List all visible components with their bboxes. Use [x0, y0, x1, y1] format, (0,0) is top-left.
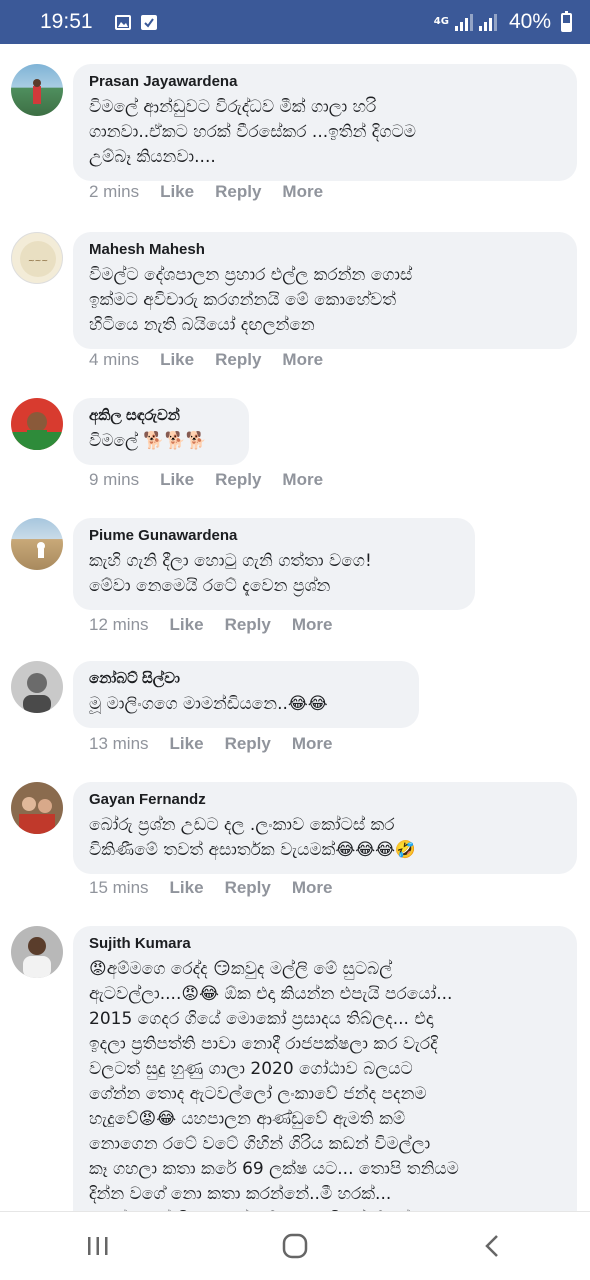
svg-text:~~~: ~~~ [28, 256, 48, 265]
reply-button[interactable]: Reply [225, 734, 271, 754]
reply-button[interactable]: Reply [215, 350, 261, 370]
like-button[interactable]: Like [160, 182, 194, 202]
more-button[interactable]: More [282, 350, 323, 370]
comment-meta: 15 mins Like Reply More [89, 878, 332, 898]
reply-button[interactable]: Reply [215, 470, 261, 490]
back-icon [484, 1235, 498, 1257]
home-icon [282, 1233, 308, 1259]
comment-text: විමල්ට දේශපාලන ප්‍රහාර එල්ල කරන්න ගොස් ඉ… [89, 265, 413, 335]
home-button[interactable] [265, 1216, 325, 1276]
comment-bubble: Piume Gunawardena කැහි ගැනි දීලා හොටු ගැ… [73, 518, 475, 610]
reply-button[interactable]: Reply [225, 615, 271, 635]
more-button[interactable]: More [292, 878, 333, 898]
android-nav-bar [0, 1211, 590, 1280]
comment-meta: 9 mins Like Reply More [89, 470, 323, 490]
comment-bubble: Prasan Jayawardena විමලේ ආන්ඩුවට විරුද්ධ… [73, 64, 577, 181]
status-time: 19:51 [40, 10, 93, 33]
battery-percent: 40% [508, 10, 551, 33]
comment-text: බෝරු ප්‍රශ්න උඩට දල .ලංකාව කෝටස් කර විකි… [89, 815, 417, 860]
avatar[interactable]: ~~~ [11, 232, 63, 284]
comment-time[interactable]: 12 mins [89, 615, 149, 635]
more-button[interactable]: More [292, 615, 333, 635]
notification-icons [114, 14, 157, 30]
comment-author[interactable]: අකිල සඳරුවන් [89, 406, 233, 426]
comment-text: විමලේ ආන්ඩුවට විරුද්ධව මීක් ගාලා හරි ගාන… [89, 97, 416, 167]
comment-bubble: Sujith Kumara 😡අම්මගෙ රෙද්ද 😏කවුද මල්ලි … [73, 926, 577, 1211]
comment-time[interactable]: 2 mins [89, 182, 139, 202]
back-button[interactable] [462, 1216, 522, 1276]
comment-text: 😡අම්මගෙ රෙද්ද 😏කවුද මල්ලි මේ සුටබල් ඇටවල… [89, 959, 459, 1211]
comment-bubble: නෝබට් සිල්වා මූ මාලිංගගෙ මාමන්ඩියනෙ..😂😂 [73, 661, 419, 728]
avatar[interactable] [11, 926, 63, 978]
comment-meta: 4 mins Like Reply More [89, 350, 323, 370]
comment-author[interactable]: නෝබට් සිල්වා [89, 669, 403, 689]
network-type: 4G [433, 16, 449, 27]
recent-apps-button[interactable] [68, 1216, 128, 1276]
like-button[interactable]: Like [170, 878, 204, 898]
avatar[interactable] [11, 398, 63, 450]
comment-meta: 2 mins Like Reply More [89, 182, 323, 202]
comment-author[interactable]: Prasan Jayawardena [89, 72, 561, 92]
more-button[interactable]: More [282, 182, 323, 202]
comment-text: කැහි ගැනි දීලා හොටු ගැනි ගත්තා වගෙ! මේවා… [89, 551, 372, 596]
avatar[interactable] [11, 661, 63, 713]
comment-time[interactable]: 9 mins [89, 470, 139, 490]
signal-icon [454, 13, 473, 31]
comment-time[interactable]: 13 mins [89, 734, 149, 754]
more-button[interactable]: More [282, 470, 323, 490]
checkbox-icon [140, 14, 157, 30]
avatar[interactable] [11, 782, 63, 834]
more-button[interactable]: More [292, 734, 333, 754]
signal-icon-2 [478, 13, 497, 31]
battery-icon [561, 10, 572, 32]
like-button[interactable]: Like [160, 470, 194, 490]
comment-author[interactable]: Sujith Kumara [89, 934, 561, 954]
comment-time[interactable]: 4 mins [89, 350, 139, 370]
recent-apps-icon [88, 1237, 108, 1255]
like-button[interactable]: Like [170, 734, 204, 754]
comments-list[interactable]: Prasan Jayawardena විමලේ ආන්ඩුවට විරුද්ධ… [0, 44, 590, 1211]
comment-author[interactable]: Gayan Fernandz [89, 790, 561, 810]
comment-bubble: අකිල සඳරුවන් විමලේ 🐕🐕🐕 [73, 398, 249, 465]
like-button[interactable]: Like [170, 615, 204, 635]
reply-button[interactable]: Reply [225, 878, 271, 898]
comment-author[interactable]: Piume Gunawardena [89, 526, 459, 546]
comment-bubble: Gayan Fernandz බෝරු ප්‍රශ්න උඩට දල .ලංකා… [73, 782, 577, 874]
comment-author[interactable]: Mahesh Mahesh [89, 240, 561, 260]
like-button[interactable]: Like [160, 350, 194, 370]
avatar[interactable] [11, 64, 63, 116]
comment-text: විමලේ 🐕🐕🐕 [89, 431, 207, 451]
comment-meta: 12 mins Like Reply More [89, 615, 332, 635]
system-icons: 4G 40% [434, 10, 572, 34]
status-bar: 19:51 4G 40% [0, 0, 590, 44]
avatar[interactable] [11, 518, 63, 570]
comment-bubble: Mahesh Mahesh විමල්ට දේශපාලන ප්‍රහාර එල්… [73, 232, 577, 349]
comment-time[interactable]: 15 mins [89, 878, 149, 898]
gallery-icon [114, 14, 131, 30]
comment-meta: 13 mins Like Reply More [89, 734, 332, 754]
comment-text: මූ මාලිංගගෙ මාමන්ඩියනෙ..😂😂 [89, 694, 328, 714]
reply-button[interactable]: Reply [215, 182, 261, 202]
